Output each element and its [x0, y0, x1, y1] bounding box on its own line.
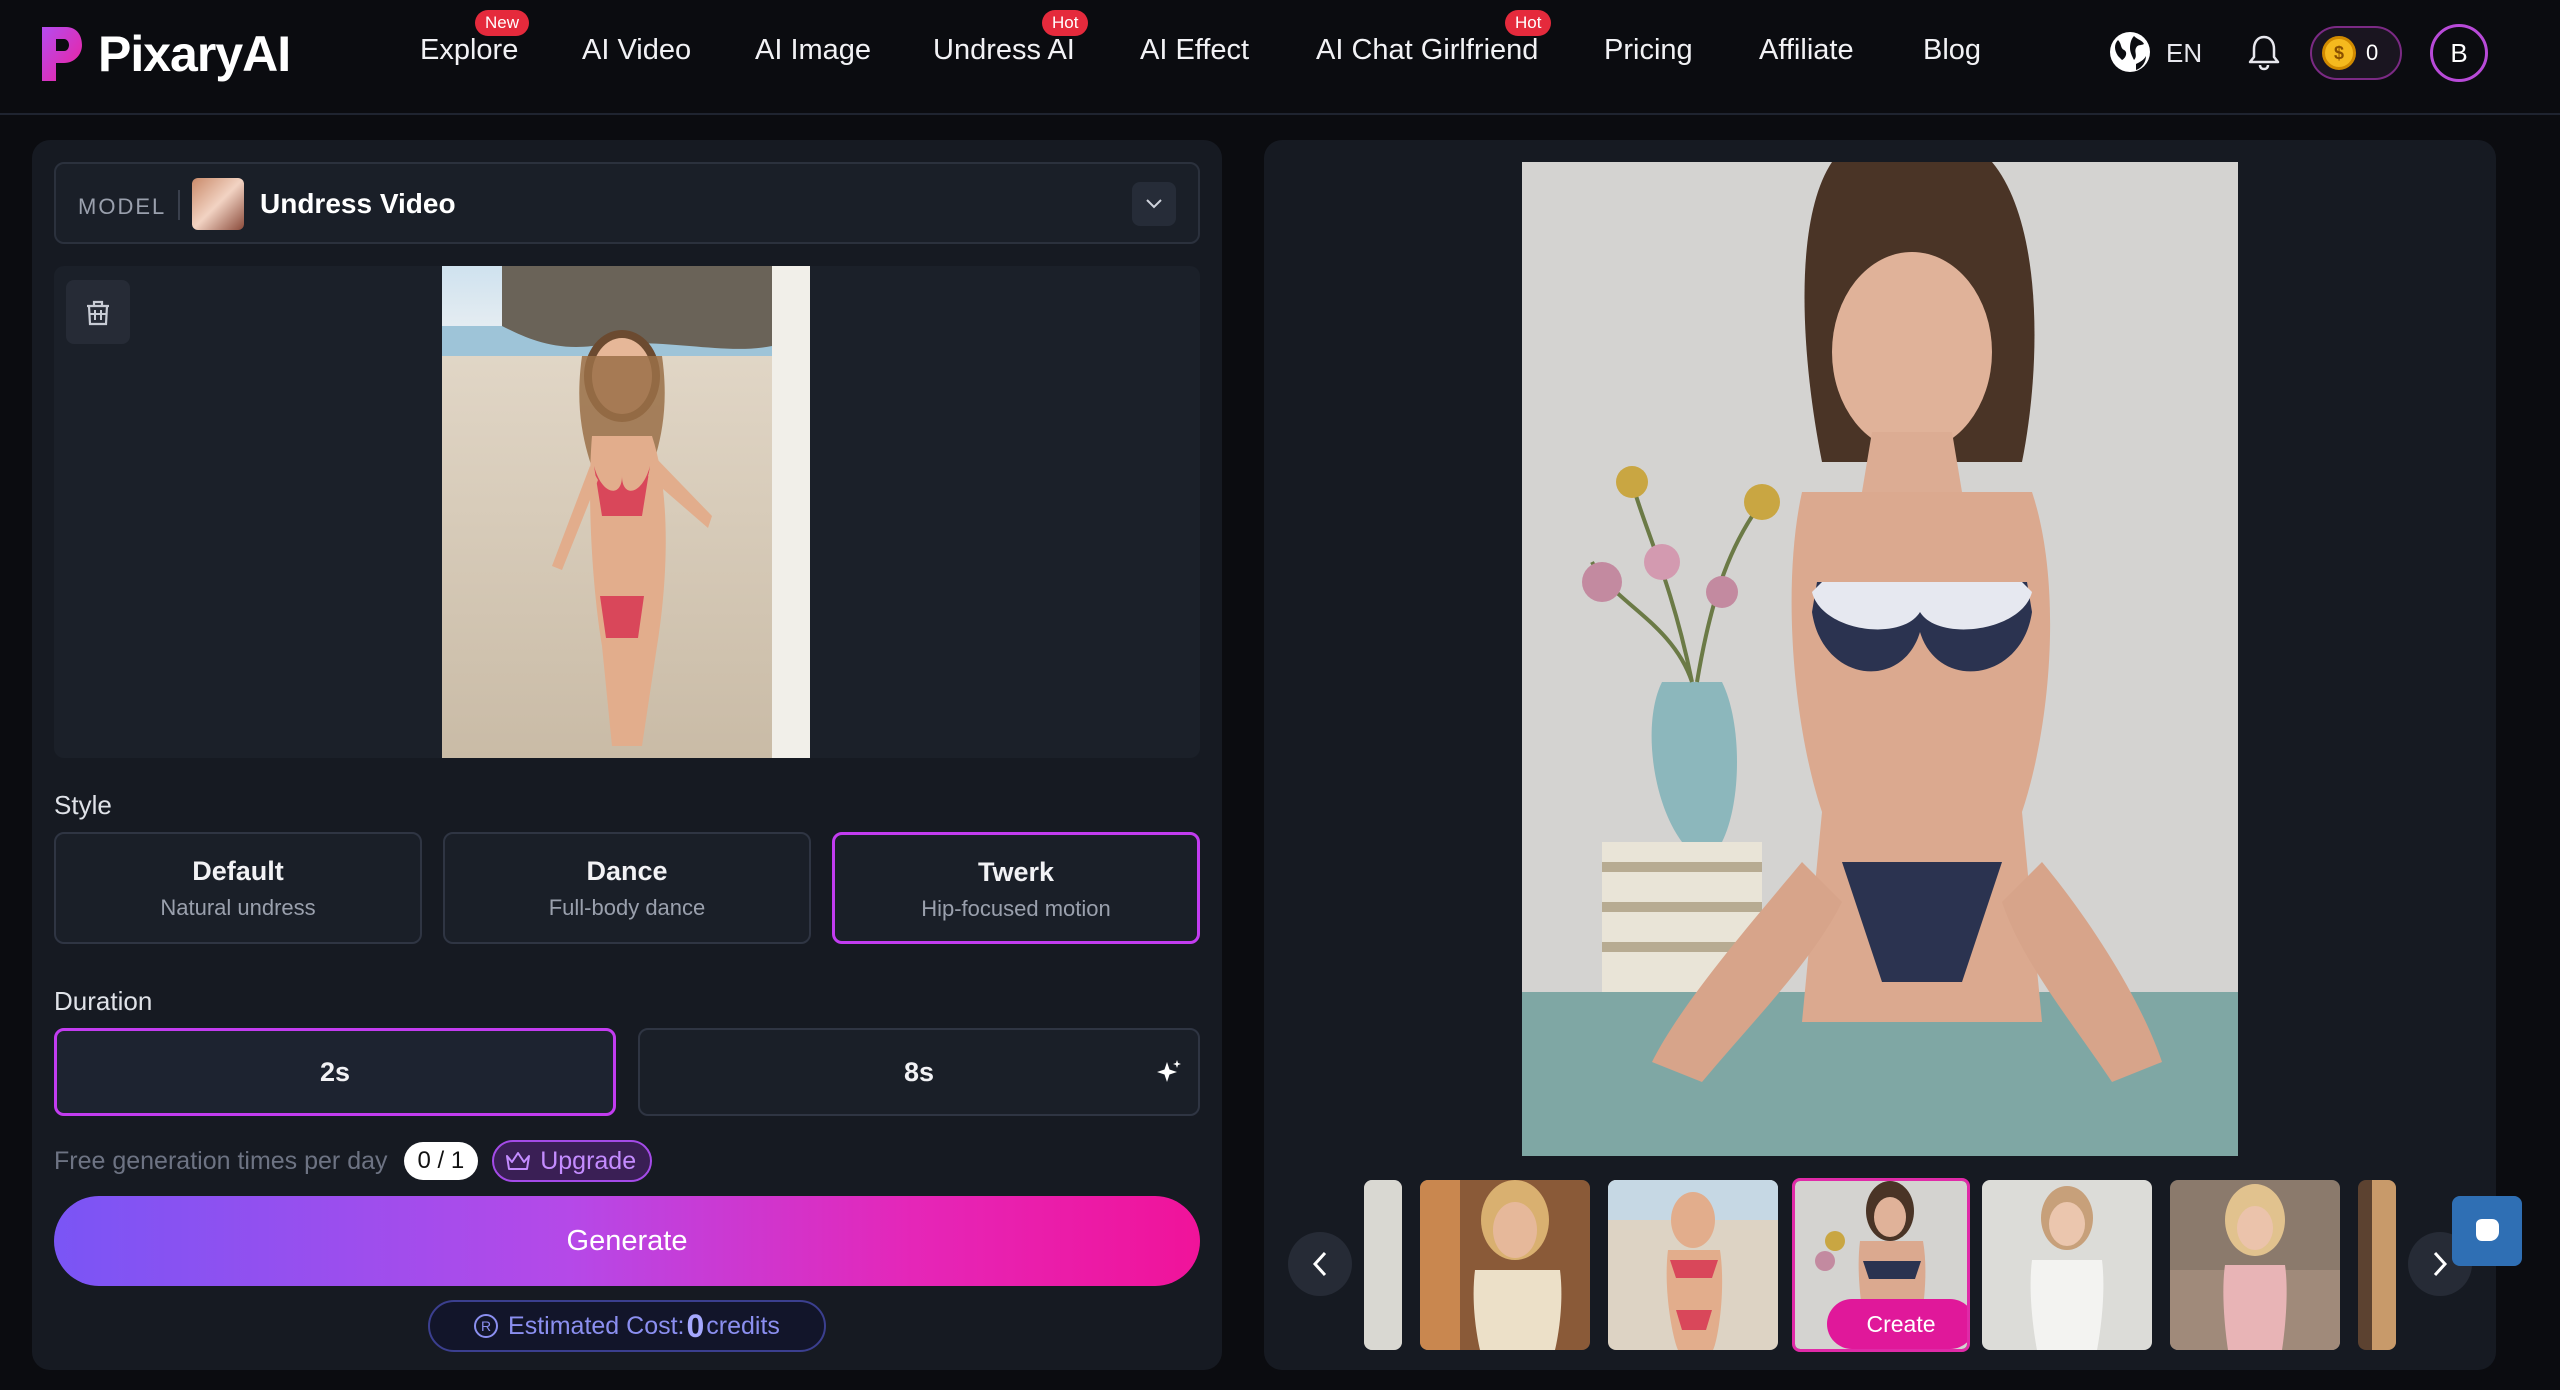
- upgrade-label: Upgrade: [540, 1146, 637, 1175]
- chat-support-button[interactable]: [2452, 1196, 2522, 1266]
- style-option-subtitle: Full-body dance: [548, 895, 706, 920]
- credits-balance[interactable]: $ 0: [2310, 26, 2402, 80]
- notification-bell-icon[interactable]: [2244, 32, 2284, 72]
- top-nav-bar: PixaryAI New Explore AI Video AI Image H…: [0, 0, 2560, 115]
- badge-hot: Hot: [1042, 10, 1089, 36]
- style-option-title: Default: [192, 856, 284, 886]
- style-option-subtitle: Natural undress: [160, 895, 316, 920]
- model-label: MODEL: [78, 194, 167, 219]
- estimated-cost: R Estimated Cost: 0 credits: [428, 1300, 826, 1352]
- nav-ai-video[interactable]: AI Video: [582, 34, 691, 67]
- logo[interactable]: PixaryAI: [38, 24, 291, 84]
- model-name: Undress Video: [260, 188, 456, 219]
- crown-icon: [506, 1152, 531, 1170]
- style-label: Style: [54, 790, 112, 820]
- duration-option-label: 8s: [903, 1056, 935, 1087]
- gallery-thumbnail[interactable]: [1420, 1180, 1590, 1350]
- upgrade-button[interactable]: Upgrade: [492, 1140, 653, 1182]
- nav-ai-effect[interactable]: AI Effect: [1140, 34, 1249, 67]
- style-option-subtitle: Hip-focused motion: [921, 896, 1111, 921]
- sparkle-icon: [1157, 1060, 1181, 1082]
- style-option-twerk[interactable]: Twerk Hip-focused motion: [832, 832, 1200, 944]
- nav-undress-ai[interactable]: Undress AI: [933, 34, 1075, 67]
- chat-icon: [2476, 1219, 2499, 1241]
- chevron-right-icon: [2433, 1251, 2448, 1277]
- chevron-down-icon[interactable]: [1132, 182, 1176, 226]
- gallery-thumbnail[interactable]: [1982, 1180, 2152, 1350]
- gallery-thumbnail[interactable]: [1608, 1180, 1778, 1350]
- cost-amount: 0: [686, 1307, 705, 1344]
- preview-image: [1522, 162, 2238, 1156]
- remove-image-button[interactable]: [66, 280, 130, 344]
- globe-icon[interactable]: [2108, 30, 2152, 74]
- trash-icon: [87, 300, 109, 326]
- language-selector[interactable]: EN: [2166, 38, 2202, 69]
- badge-new: New: [475, 10, 530, 36]
- logo-text: PixaryAI: [98, 26, 291, 82]
- image-upload-area[interactable]: [54, 266, 1200, 758]
- divider: [178, 190, 180, 220]
- logo-icon: [42, 27, 82, 81]
- duration-label: Duration: [54, 986, 153, 1016]
- style-option-title: Twerk: [977, 857, 1055, 887]
- preview-panel: Create: [1264, 140, 2496, 1370]
- nav-ai-chat-girlfriend[interactable]: AI Chat Girlfriend: [1316, 34, 1538, 67]
- cost-suffix: credits: [706, 1311, 780, 1340]
- uploaded-photo: [442, 266, 810, 758]
- free-generation-count: 0 / 1: [403, 1142, 479, 1180]
- duration-option-8s[interactable]: 8s: [638, 1028, 1200, 1116]
- free-generation-text: Free generation times per day: [54, 1146, 388, 1175]
- model-selector[interactable]: MODEL Undress Video: [54, 162, 1200, 244]
- model-thumbnail: [192, 178, 244, 230]
- style-option-default[interactable]: Default Natural undress: [54, 832, 422, 944]
- gallery-thumbnail[interactable]: [1364, 1180, 1402, 1350]
- chevron-left-icon: [1312, 1251, 1327, 1277]
- free-generation-row: Free generation times per day 0 / 1 Upgr…: [54, 1140, 653, 1182]
- duration-option-2s[interactable]: 2s: [54, 1028, 616, 1116]
- gallery-thumbnail[interactable]: [2358, 1180, 2396, 1350]
- generation-panel: MODEL Undress Video Style Default Natura…: [32, 140, 1222, 1370]
- user-avatar[interactable]: B: [2430, 24, 2488, 82]
- create-button[interactable]: Create: [1827, 1299, 1967, 1349]
- nav-pricing[interactable]: Pricing: [1604, 34, 1693, 67]
- nav-blog[interactable]: Blog: [1923, 34, 1981, 67]
- gallery-thumbnail-active[interactable]: Create: [1792, 1178, 1970, 1352]
- nav-explore[interactable]: Explore: [420, 34, 518, 67]
- credit-icon: R: [474, 1314, 499, 1338]
- badge-hot: Hot: [1505, 10, 1552, 36]
- generate-button[interactable]: Generate: [54, 1196, 1200, 1286]
- gallery-thumbnail[interactable]: [2170, 1180, 2340, 1350]
- carousel-prev-button[interactable]: [1288, 1232, 1352, 1296]
- credits-count: 0: [2366, 40, 2379, 65]
- style-option-dance[interactable]: Dance Full-body dance: [443, 832, 811, 944]
- coin-icon: $: [2322, 36, 2356, 70]
- nav-affiliate[interactable]: Affiliate: [1759, 34, 1854, 67]
- style-option-title: Dance: [586, 856, 668, 886]
- cost-prefix: Estimated Cost:: [508, 1311, 685, 1340]
- nav-ai-image[interactable]: AI Image: [755, 34, 871, 67]
